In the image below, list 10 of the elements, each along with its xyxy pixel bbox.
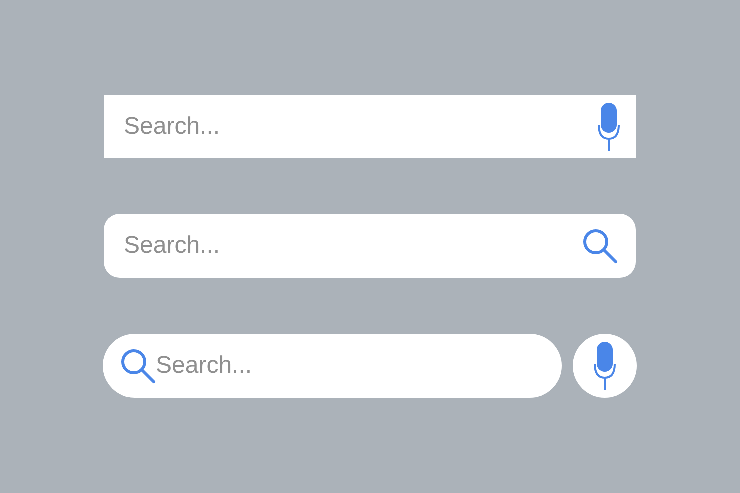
search-field[interactable]: Search... [104,95,636,158]
search-icon[interactable] [582,228,618,264]
microphone-icon [594,342,616,390]
search-field[interactable]: Search... [104,214,636,278]
placeholder-text: Search... [124,112,220,142]
placeholder-text: Search... [156,351,252,381]
microphone-icon [598,102,620,150]
placeholder-text: Search... [124,231,220,261]
search-field[interactable]: Search... [103,334,562,398]
search-icon[interactable] [120,348,156,384]
